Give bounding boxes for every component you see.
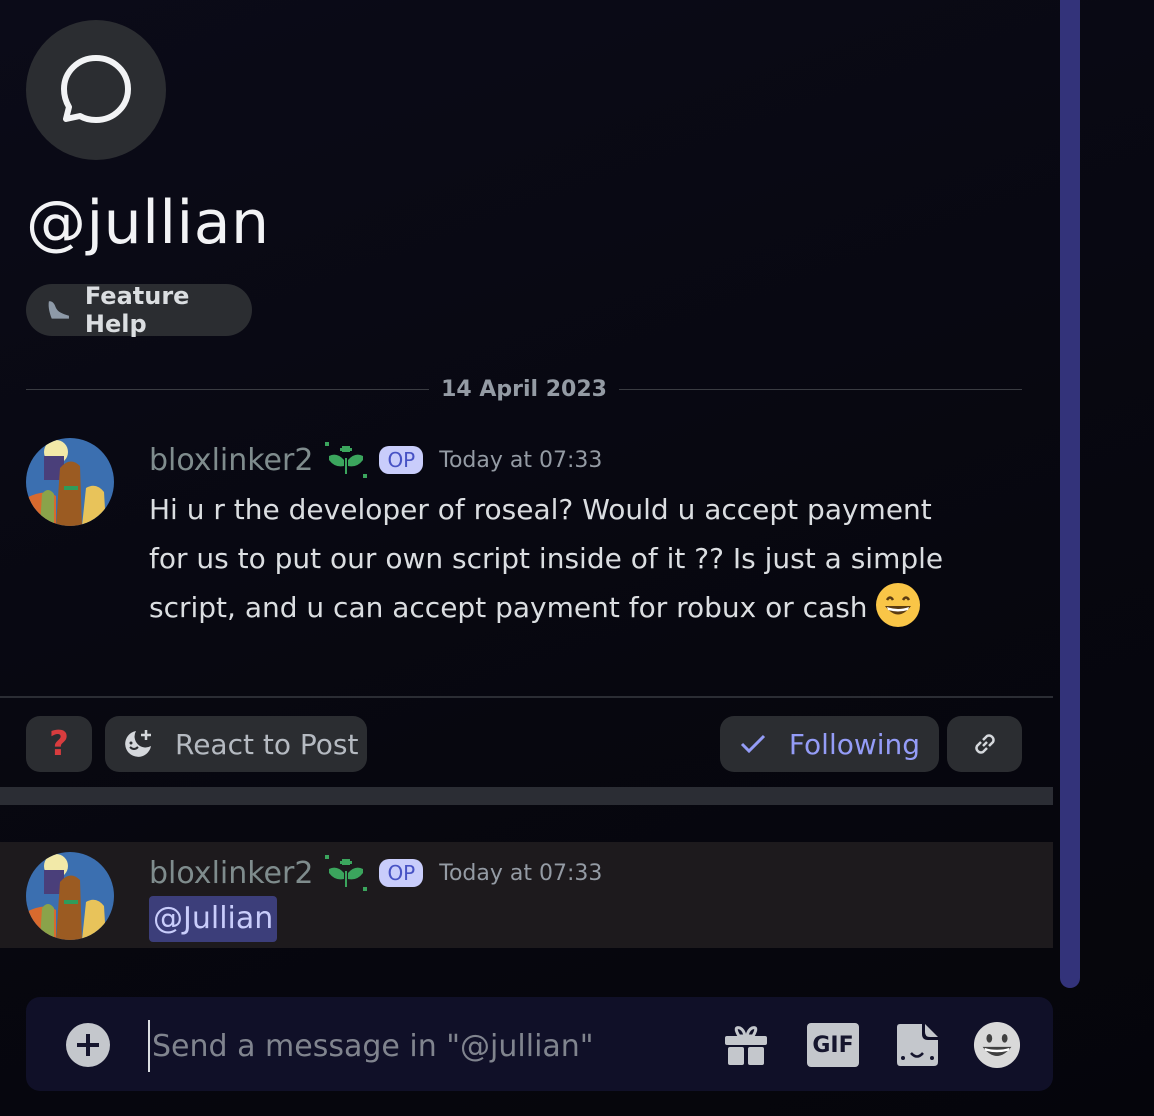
add-reaction-icon xyxy=(125,730,151,757)
thread-view: @jullian Feature Help 14 April 2023 blox… xyxy=(0,0,1054,1116)
tag-reaction-button[interactable]: ? xyxy=(26,716,92,772)
emoji-button[interactable] xyxy=(973,1021,1021,1069)
date-divider-label: 14 April 2023 xyxy=(441,376,607,402)
avatar[interactable] xyxy=(26,438,114,526)
message-text: Hi u r the developer of roseal? Would u … xyxy=(149,493,944,624)
chat-bubble-icon xyxy=(61,55,131,123)
following-label: Following xyxy=(788,727,921,761)
message-header: bloxlinker2 OP Today at 07:33 xyxy=(149,440,602,480)
username[interactable]: bloxlinker2 xyxy=(149,443,313,478)
user-mention[interactable]: @Jullian xyxy=(149,896,278,942)
message-timestamp: Today at 07:33 xyxy=(439,860,603,886)
following-button[interactable]: Following xyxy=(720,716,939,772)
post-separator xyxy=(0,696,1053,698)
thread-separator xyxy=(0,787,1053,805)
checkmark-icon xyxy=(740,734,765,754)
divider-line xyxy=(618,388,1022,390)
react-to-post-label: React to Post xyxy=(175,727,359,761)
sticker-button[interactable] xyxy=(893,1021,941,1069)
scrollbar[interactable] xyxy=(1060,0,1080,988)
gif-label: GIF xyxy=(812,1032,854,1058)
message-timestamp: Today at 07:33 xyxy=(439,447,603,473)
gif-icon: GIF xyxy=(807,1023,859,1067)
add-attachment-button[interactable] xyxy=(64,1021,112,1069)
plus-circle-icon xyxy=(66,1023,110,1067)
gift-button[interactable] xyxy=(722,1021,770,1069)
gift-icon xyxy=(725,1026,767,1065)
copy-link-button[interactable] xyxy=(947,716,1022,772)
message-input[interactable] xyxy=(148,1020,704,1072)
gif-button[interactable]: GIF xyxy=(806,1021,860,1069)
emoji-icon xyxy=(973,1021,1021,1069)
message-content: Hi u r the developer of roseal? Would u … xyxy=(149,485,969,632)
avatar-image xyxy=(26,852,114,940)
question-mark-icon: ? xyxy=(49,724,69,764)
thread-icon xyxy=(26,20,166,160)
grinning-face-emoji xyxy=(876,583,921,627)
sprout-icon xyxy=(325,855,368,891)
op-badge: OP xyxy=(379,859,424,887)
date-divider: 14 April 2023 xyxy=(26,372,1022,406)
link-icon xyxy=(974,734,995,754)
thread-title: @jullian xyxy=(26,188,270,258)
message-header: bloxlinker2 OP Today at 07:33 xyxy=(149,853,602,893)
forum-tag-label: Feature Help xyxy=(84,282,190,338)
forum-tag[interactable]: Feature Help xyxy=(26,282,252,338)
divider-line xyxy=(26,388,430,390)
sticker-icon xyxy=(897,1024,938,1066)
avatar-image xyxy=(26,438,114,526)
avatar[interactable] xyxy=(26,852,114,940)
op-badge: OP xyxy=(379,446,424,474)
sprout-icon xyxy=(325,442,368,478)
username[interactable]: bloxlinker2 xyxy=(149,856,313,891)
seal-icon xyxy=(48,301,69,319)
react-to-post-button[interactable]: React to Post xyxy=(105,716,367,772)
